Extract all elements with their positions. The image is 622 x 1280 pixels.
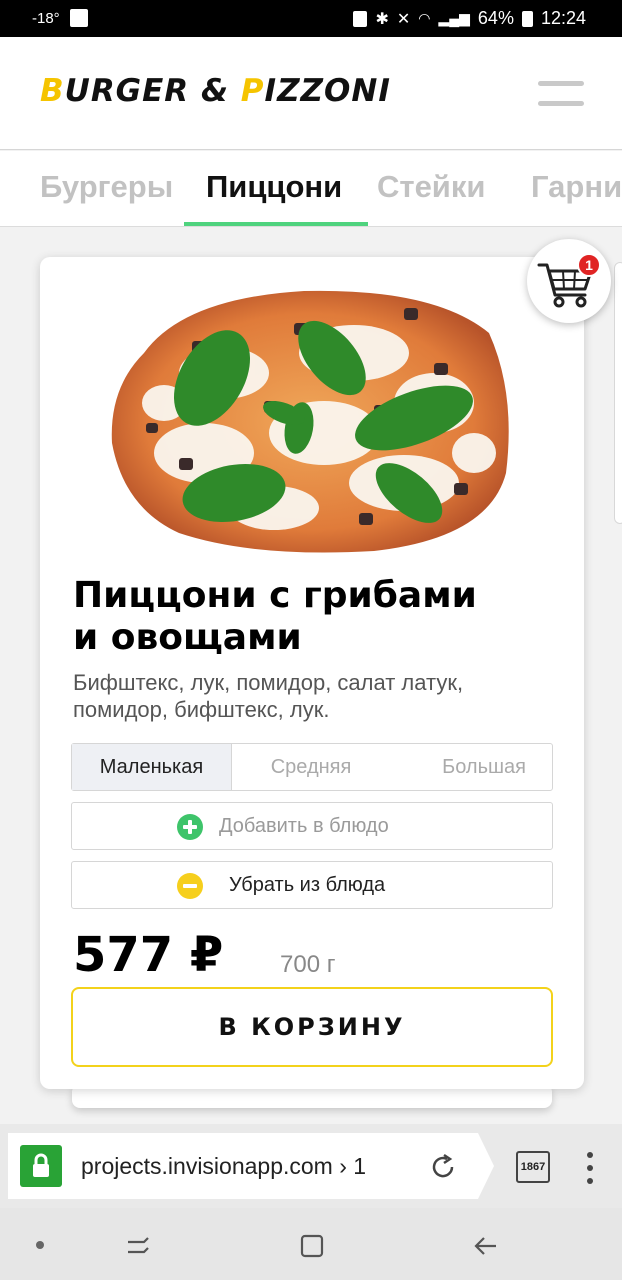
battery-icon [521,10,533,27]
product-description: Бифштекс, лук, помидор, салат латук, пом… [73,669,543,723]
tab-pizzoni[interactable]: Пиццони [206,169,342,205]
product-title-line-2: и овощами [73,617,302,658]
tab-garnish[interactable]: Гарни [531,169,622,205]
product-price: 577 ₽ [73,927,224,983]
status-bar: -18° ✱ ✕ ◠ ▂▄▆ 64% 12:24 [0,0,622,37]
pizza-image [111,290,509,553]
tab-switcher-button[interactable]: 1867 [516,1151,550,1183]
mute-icon: ✕ [396,10,411,28]
size-option-medium[interactable]: Средняя [232,744,390,790]
product-description-line-1: Бифштекс, лук, помидор, салат латук, [73,670,464,695]
logo-accent-p: P [240,73,265,109]
signal-icon: ▂▄▆ [438,10,470,26]
home-icon[interactable] [298,1232,326,1260]
product-title-line-1: Пиццони с грибами [73,575,477,616]
temperature-text: -18° [32,9,60,27]
category-tabs: Бургеры Пиццони Стейки Гарни [0,151,622,227]
cart-count-badge: 1 [577,253,601,277]
url-text: projects.invisionapp.com › 1 [81,1153,367,1179]
active-tab-indicator [184,222,368,226]
cart-fab[interactable]: 1 [527,239,611,323]
browser-bar: projects.invisionapp.com › 1 1867 [0,1124,622,1208]
plus-circle-icon [177,814,203,840]
app-header: BURGER & PIZZONI [0,37,622,150]
next-card-peek [614,262,622,524]
back-icon[interactable] [472,1232,500,1260]
lock-icon [20,1145,62,1187]
product-title: Пиццони с грибами и овощами [73,575,553,659]
recent-apps-icon[interactable] [124,1232,152,1260]
product-weight: 700 г [280,951,336,978]
shopping-cart-icon [537,263,593,308]
status-left: -18° [32,9,88,27]
status-right: ✱ ✕ ◠ ▂▄▆ 64% 12:24 [353,8,586,29]
tab-burgers[interactable]: Бургеры [40,169,173,205]
product-description-line-2: помидор, бифштекс, лук. [73,697,330,722]
add-to-dish-label: Добавить в блюдо [219,815,389,837]
size-option-small[interactable]: Маленькая [72,744,232,790]
logo-accent-b: B [40,73,65,109]
clock: 12:24 [540,8,586,28]
logo-text-1: URGER & [64,73,241,109]
minus-circle-icon [177,873,203,899]
hamburger-menu-icon[interactable] [538,81,584,107]
system-nav-bar [0,1208,622,1280]
more-options-icon[interactable] [586,1152,594,1184]
address-bar[interactable]: projects.invisionapp.com › 1 [8,1133,494,1199]
remove-from-dish-button[interactable]: Убрать из блюда [71,861,553,909]
add-to-dish-button[interactable]: Добавить в блюдо [71,802,553,850]
bluetooth-icon: ✱ [375,10,389,28]
activity-icon [69,9,88,27]
tab-steaks[interactable]: Стейки [377,169,485,205]
brand-logo[interactable]: BURGER & PIZZONI [40,73,391,109]
nfc-icon [353,10,368,27]
add-to-cart-button[interactable]: В КОРЗИНУ [71,987,553,1067]
logo-text-2: IZZONI [264,73,391,109]
product-card: Пиццони с грибами и овощами Бифштекс, лу… [40,257,584,1089]
size-selector: Маленькая Средняя Большая [71,743,553,791]
battery-percent: 64% [477,8,514,28]
reload-icon[interactable] [428,1152,458,1182]
size-option-large[interactable]: Большая [390,744,552,790]
wifi-icon: ◠ [418,10,431,26]
nav-dot-icon[interactable] [36,1241,44,1249]
remove-from-dish-label: Убрать из блюда [229,874,386,896]
